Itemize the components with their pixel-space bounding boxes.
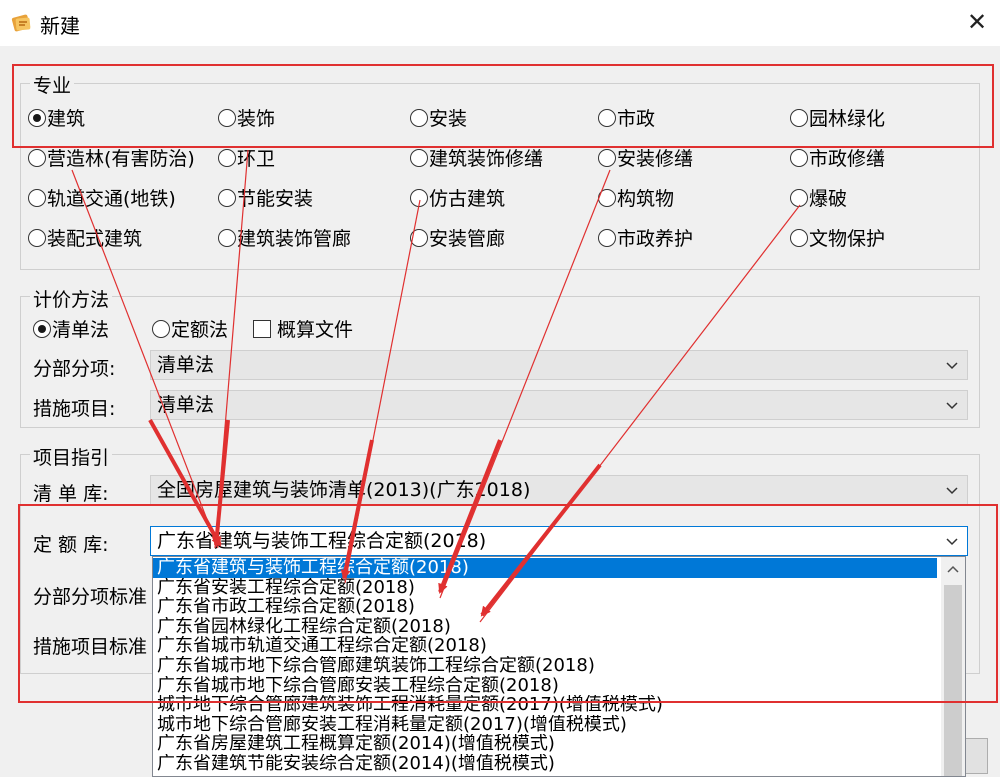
app-icon xyxy=(11,12,33,34)
major-option-label: 节能安装 xyxy=(237,188,314,210)
checkbox[interactable] xyxy=(253,320,271,338)
dropdown-option[interactable]: 广东省市政工程综合定额(2018) xyxy=(153,597,937,617)
major-option-label: 市政修缮 xyxy=(809,148,886,170)
radio-button[interactable] xyxy=(598,229,616,247)
dropdown-option[interactable]: 城市地下综合管廊安装工程消耗量定额(2017)(增值税模式) xyxy=(153,715,937,735)
radio-button[interactable] xyxy=(33,320,51,338)
window-title: 新建 xyxy=(40,14,80,38)
radio-button[interactable] xyxy=(790,189,808,207)
major-option-label: 建筑 xyxy=(47,108,86,130)
chevron-down-icon xyxy=(946,487,958,495)
radio-button[interactable] xyxy=(410,229,428,247)
radio-button[interactable] xyxy=(218,189,236,207)
measure-standard-label: 措施项目标准 xyxy=(33,636,148,658)
radio-button[interactable] xyxy=(218,109,236,127)
major-option-label: 装配式建筑 xyxy=(47,228,143,250)
major-option-label: 轨道交通(地铁) xyxy=(47,188,176,210)
title-bar: 新建 ✕ xyxy=(0,0,1000,46)
dropdown-option[interactable]: 广东省城市地下综合管廊安装工程综合定额(2018) xyxy=(153,676,937,696)
dropdown-option[interactable]: 广东省城市地下综合管廊建筑装饰工程综合定额(2018) xyxy=(153,656,937,676)
dropdown-option[interactable]: 广东省安装工程综合定额(2018) xyxy=(153,578,937,598)
radio-button[interactable] xyxy=(218,229,236,247)
chevron-down-icon xyxy=(946,538,958,546)
major-option-label: 建筑装饰管廊 xyxy=(237,228,352,250)
major-option-label: 安装 xyxy=(429,108,468,130)
dropdown-option[interactable]: 广东省建筑与装饰工程综合定额(2018) xyxy=(153,558,937,578)
radio-button[interactable] xyxy=(410,149,428,167)
quota-library-label: 定 额 库: xyxy=(33,534,109,556)
dropdown-option[interactable]: 城市地下综合管廊建筑装饰工程消耗量定额(2017)(增值税模式) xyxy=(153,695,937,715)
dropdown-option[interactable]: 广东省城市轨道交通工程综合定额(2018) xyxy=(153,636,937,656)
radio-button[interactable] xyxy=(598,109,616,127)
major-option-label: 构筑物 xyxy=(617,188,675,210)
chevron-up-icon xyxy=(947,565,959,573)
scroll-thumb[interactable] xyxy=(944,585,962,776)
radio-button[interactable] xyxy=(790,149,808,167)
major-option-label: 装饰 xyxy=(237,108,276,130)
major-option-label: 市政养护 xyxy=(617,228,694,250)
bill-library-label: 清 单 库: xyxy=(33,483,109,505)
radio-button[interactable] xyxy=(790,229,808,247)
major-option-label: 安装修缮 xyxy=(617,148,694,170)
major-option-label: 环卫 xyxy=(237,148,276,170)
subitem-standard-label: 分部分项标准 xyxy=(33,586,148,608)
radio-button[interactable] xyxy=(28,229,46,247)
major-option-label: 爆破 xyxy=(809,188,848,210)
radio-button[interactable] xyxy=(790,109,808,127)
quota-library-dropdown[interactable]: 广东省建筑与装饰工程综合定额(2018) 广东省安装工程综合定额(2018) 广东省… xyxy=(152,556,966,777)
close-icon: ✕ xyxy=(966,8,988,36)
major-option-label: 仿古建筑 xyxy=(429,188,506,210)
major-option-label: 市政 xyxy=(617,108,656,130)
measure-method-select[interactable]: 清单法 xyxy=(150,390,968,420)
radio-button[interactable] xyxy=(410,189,428,207)
dropdown-option[interactable]: 广东省房屋建筑工程概算定额(2014)(增值税模式) xyxy=(153,734,937,754)
bill-library-select[interactable]: 全国房屋建筑与装饰清单(2013)(广东2018) xyxy=(150,475,968,505)
subitem-method-select[interactable]: 清单法 xyxy=(150,350,968,380)
chevron-down-icon xyxy=(946,402,958,410)
radio-button[interactable] xyxy=(598,149,616,167)
major-option-label: 建筑装饰修缮 xyxy=(429,148,544,170)
subitem-label: 分部分项: xyxy=(33,358,116,380)
quota-library-select[interactable]: 广东省建筑与装饰工程综合定额(2018) xyxy=(150,526,968,556)
major-option-label: 安装管廊 xyxy=(429,228,506,250)
measure-label: 措施项目: xyxy=(33,398,116,420)
radio-button[interactable] xyxy=(28,149,46,167)
radio-button[interactable] xyxy=(218,149,236,167)
major-option-label: 文物保护 xyxy=(809,228,886,250)
radio-button[interactable] xyxy=(410,109,428,127)
radio-button[interactable] xyxy=(28,189,46,207)
scroll-up-button[interactable] xyxy=(941,557,965,581)
guide-group-title: 项目指引 xyxy=(30,443,113,470)
major-group-title: 专业 xyxy=(30,71,75,98)
close-button[interactable]: ✕ xyxy=(954,0,1000,46)
dropdown-option[interactable]: 广东省建筑节能安装综合定额(2014)(增值税模式) xyxy=(153,754,937,774)
radio-button[interactable] xyxy=(152,320,170,338)
major-option-label: 园林绿化 xyxy=(809,108,886,130)
major-option-label: 营造林(有害防治) xyxy=(47,148,195,170)
pricing-group-title: 计价方法 xyxy=(30,285,113,312)
dropdown-option[interactable]: 广东省园林绿化工程综合定额(2018) xyxy=(153,617,937,637)
dropdown-scrollbar[interactable] xyxy=(941,557,965,776)
radio-button[interactable] xyxy=(598,189,616,207)
chevron-down-icon xyxy=(946,362,958,370)
radio-button[interactable] xyxy=(28,109,46,127)
